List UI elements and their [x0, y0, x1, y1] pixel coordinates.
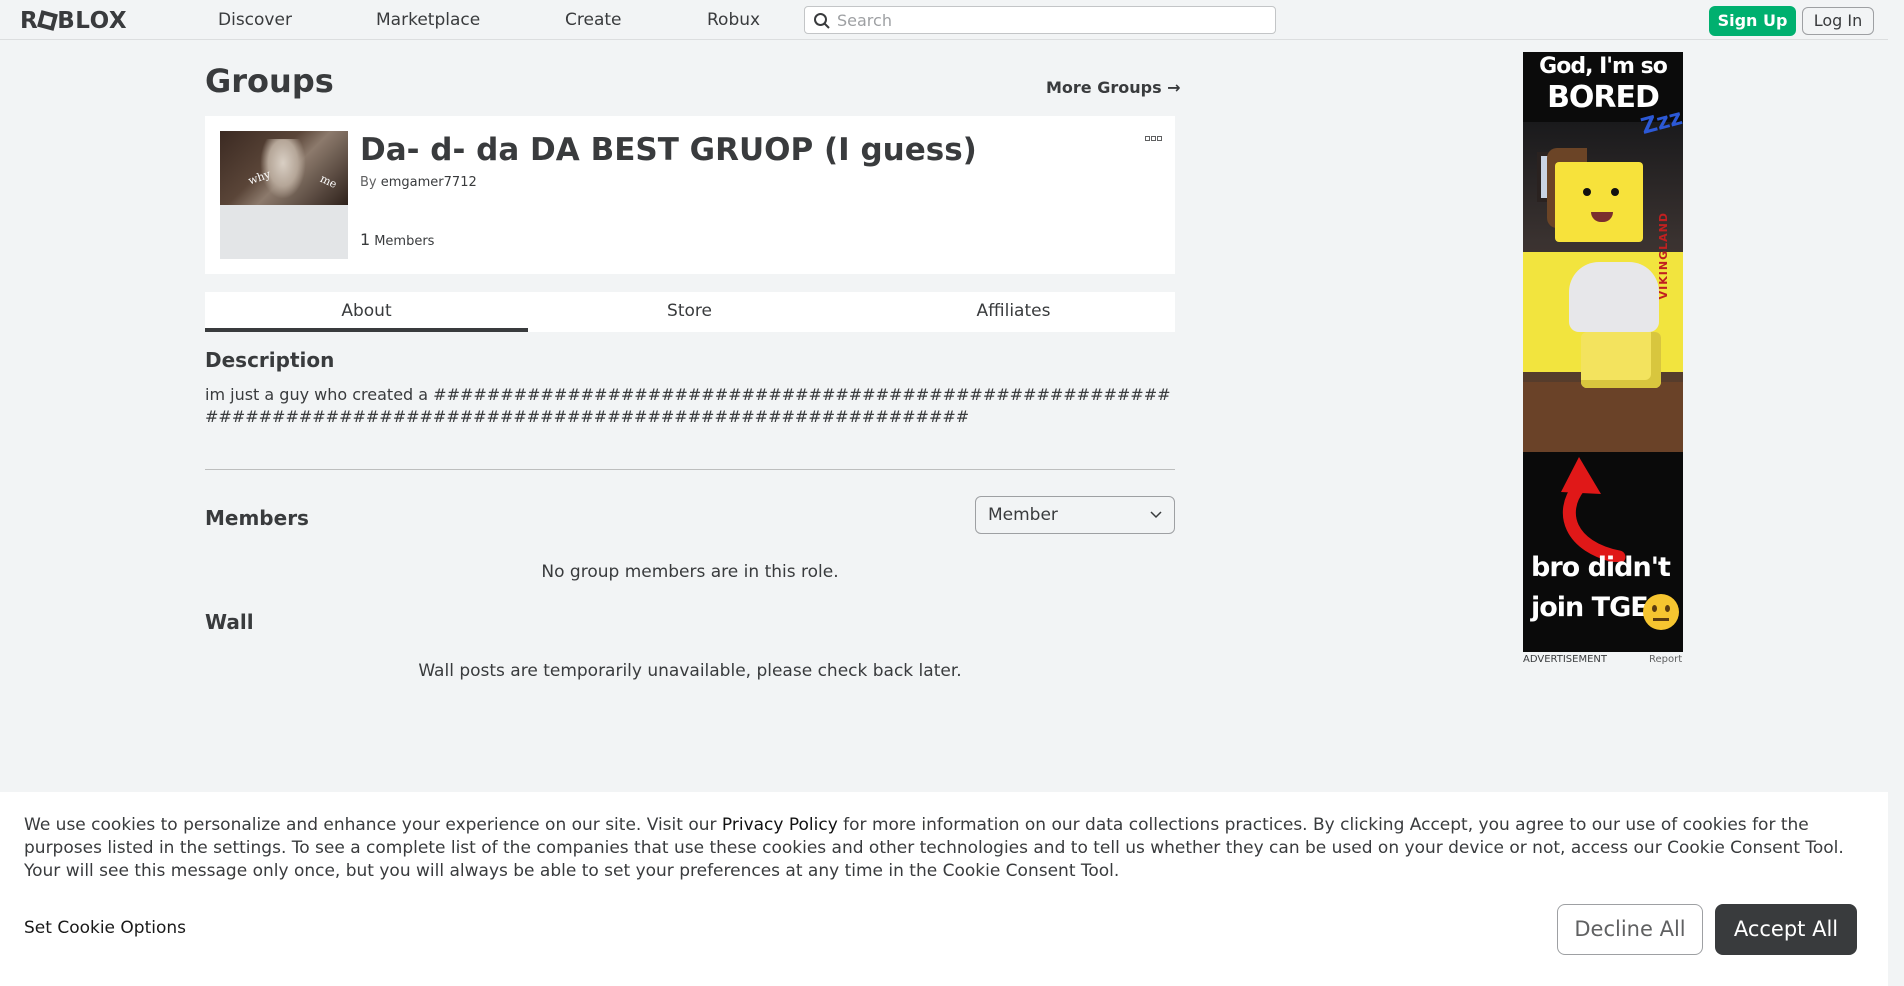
ad-caption-1: bro didn't — [1531, 552, 1671, 583]
more-options-icon[interactable] — [1145, 130, 1163, 146]
group-owner-line: By emgamer7712 — [360, 175, 477, 190]
tab-affiliates[interactable]: Affiliates — [852, 292, 1175, 332]
emblem-caption-2: me — [318, 172, 339, 191]
signup-button[interactable]: Sign Up — [1709, 6, 1796, 36]
ad-mouth — [1591, 212, 1613, 222]
page-scrollbar[interactable] — [1888, 0, 1904, 986]
member-count-label: Members — [374, 234, 435, 249]
login-button[interactable]: Log In — [1802, 7, 1874, 35]
page-title: Groups — [205, 62, 334, 100]
skyscraper-advertisement[interactable]: God, I'm so BORED Zzz VIKINGLAND bro did… — [1523, 52, 1683, 652]
group-tabs: About Store Affiliates — [205, 292, 1175, 332]
tab-store[interactable]: Store — [528, 292, 851, 332]
group-header-card: why me Da- d- da DA BEST GRUOP (I guess)… — [205, 116, 1175, 274]
emoji-eye-left — [1652, 605, 1657, 612]
ad-eye-right — [1611, 188, 1619, 196]
privacy-policy-link[interactable]: Privacy Policy — [722, 815, 838, 835]
wall-unavailable-message: Wall posts are temporarily unavailable, … — [418, 661, 962, 681]
more-groups-link[interactable]: More Groups → — [1046, 78, 1181, 97]
role-dropdown[interactable]: Member — [975, 496, 1175, 534]
section-divider — [205, 469, 1175, 470]
emoji-eye-right — [1665, 605, 1670, 612]
ad-table — [1523, 382, 1683, 452]
roblox-logo[interactable]: R BLOX — [20, 8, 127, 34]
ad-butter-block — [1581, 332, 1661, 388]
emoji-mouth — [1653, 618, 1669, 621]
member-count-value: 1 — [360, 230, 371, 249]
description-heading: Description — [205, 348, 335, 372]
ad-headline-1: God, I'm so — [1539, 54, 1668, 79]
group-member-count: 1 Members — [360, 230, 434, 249]
members-empty-message: No group members are in this role. — [541, 562, 839, 582]
role-dropdown-value: Member — [988, 505, 1058, 525]
group-by-label: By — [360, 175, 377, 190]
tab-about[interactable]: About — [205, 292, 528, 332]
nav-link-discover[interactable]: Discover — [218, 10, 292, 30]
wall-heading: Wall — [205, 610, 254, 634]
nav-link-robux[interactable]: Robux — [707, 10, 760, 30]
ad-character-head — [1555, 162, 1643, 242]
ad-caption-2: join TGE — [1531, 592, 1649, 623]
decline-all-button[interactable]: Decline All — [1557, 904, 1703, 955]
search-input[interactable] — [837, 10, 1267, 30]
nav-link-marketplace[interactable]: Marketplace — [376, 10, 480, 30]
ad-eye-left — [1583, 188, 1591, 196]
ad-character-sleeve — [1569, 262, 1659, 332]
group-emblem-image: why me — [220, 131, 348, 205]
neutral-face-emoji-icon — [1643, 594, 1679, 630]
nav-link-create[interactable]: Create — [565, 10, 622, 30]
set-cookie-options-link[interactable]: Set Cookie Options — [24, 918, 186, 938]
search-icon[interactable] — [813, 12, 831, 30]
top-navigation-bar: R BLOX Discover Marketplace Create Robux … — [0, 0, 1888, 40]
search-box — [804, 6, 1276, 34]
group-owner-link[interactable]: emgamer7712 — [381, 175, 477, 190]
cookie-consent-banner: We use cookies to personalize and enhanc… — [0, 792, 1888, 986]
report-ad-link[interactable]: Report — [1649, 654, 1682, 665]
cookie-text-before: We use cookies to personalize and enhanc… — [24, 815, 722, 835]
members-heading: Members — [205, 506, 309, 530]
chevron-down-icon — [1150, 511, 1162, 519]
cookie-message: We use cookies to personalize and enhanc… — [24, 814, 1874, 883]
description-text: im just a guy who created a ############… — [205, 385, 1171, 426]
ad-side-text: VIKINGLAND — [1657, 212, 1670, 300]
group-emblem: why me — [220, 131, 348, 259]
red-arrow-icon — [1561, 457, 1626, 562]
logo-tilted-o-icon — [37, 10, 59, 31]
group-name: Da- d- da DA BEST GRUOP (I guess) — [360, 132, 977, 168]
advertisement-label: ADVERTISEMENT — [1523, 654, 1608, 665]
accept-all-button[interactable]: Accept All — [1715, 904, 1857, 955]
